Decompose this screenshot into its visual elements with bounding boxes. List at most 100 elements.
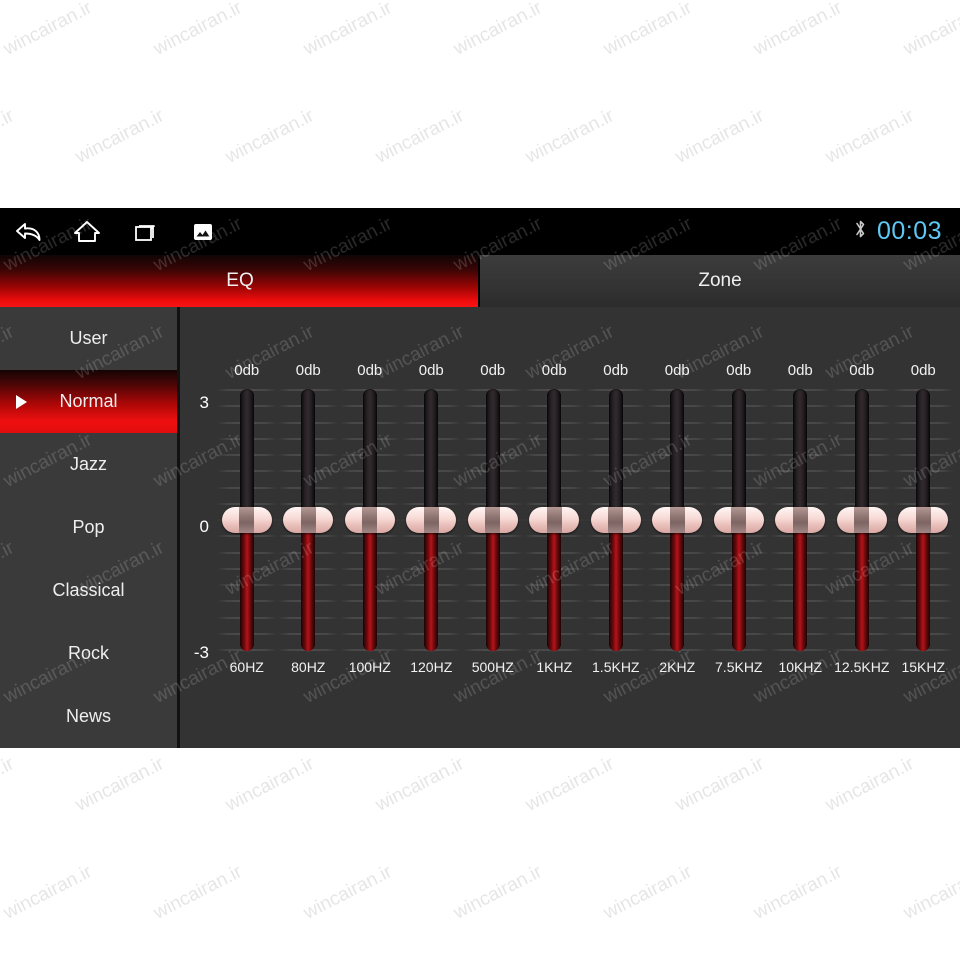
eq-band: 0db 10KHZ bbox=[770, 307, 832, 748]
band-slider[interactable] bbox=[775, 389, 826, 651]
band-slider[interactable] bbox=[467, 389, 518, 651]
preset-label: User bbox=[69, 328, 108, 348]
band-slider[interactable] bbox=[713, 389, 764, 651]
scale-label-mid: 0 bbox=[199, 517, 209, 536]
slider-track-fill bbox=[854, 520, 869, 651]
band-slider[interactable] bbox=[590, 389, 641, 651]
watermark-text: wincairan.ir bbox=[750, 0, 846, 60]
watermark-text: wincairan.ir bbox=[900, 0, 960, 60]
preset-label: Classical bbox=[52, 580, 125, 600]
band-slider[interactable] bbox=[283, 389, 334, 651]
watermark-text: wincairan.ir bbox=[372, 105, 468, 168]
watermark-text: wincairan.ir bbox=[750, 861, 846, 924]
eq-band: 0db 80HZ bbox=[278, 307, 340, 748]
watermark-text: wincairan.ir bbox=[600, 861, 696, 924]
sidebar-item-pop[interactable]: Pop bbox=[0, 496, 177, 559]
sidebar-item-classical[interactable]: Classical bbox=[0, 559, 177, 622]
band-slider[interactable] bbox=[898, 389, 949, 651]
band-slider[interactable] bbox=[836, 389, 887, 651]
slider-thumb[interactable] bbox=[221, 507, 272, 533]
watermark-text: wincairan.ir bbox=[672, 753, 768, 816]
eq-band: 0db 500HZ bbox=[462, 307, 524, 748]
scale-label-low: -3 bbox=[193, 643, 209, 662]
tab-eq-label: EQ bbox=[226, 270, 254, 291]
watermark-text: wincairan.ir bbox=[72, 753, 168, 816]
band-slider[interactable] bbox=[652, 389, 703, 651]
watermark-text: wincairan.ir bbox=[300, 0, 396, 60]
band-db-label: 0db bbox=[418, 362, 444, 379]
watermark-text: wincairan.ir bbox=[450, 861, 546, 924]
slider-track-fill bbox=[547, 520, 562, 651]
watermark-text: wincairan.ir bbox=[600, 0, 696, 60]
band-frequency-label: 120HZ bbox=[410, 659, 453, 675]
sidebar-item-normal[interactable]: Normal bbox=[0, 370, 177, 433]
slider-thumb[interactable] bbox=[898, 507, 949, 533]
slider-thumb[interactable] bbox=[590, 507, 641, 533]
preset-label: Jazz bbox=[69, 454, 107, 474]
preset-label: Rock bbox=[67, 643, 109, 663]
slider-thumb[interactable] bbox=[652, 507, 703, 533]
eq-band: 0db 100HZ bbox=[339, 307, 401, 748]
preset-list: User Normal Jazz Pop Classical Rock News bbox=[0, 307, 180, 748]
slider-thumb[interactable] bbox=[713, 507, 764, 533]
band-frequency-label: 10KHZ bbox=[778, 659, 823, 675]
preset-label: Pop bbox=[72, 517, 105, 537]
eq-band: 0db 12.5KHZ bbox=[831, 307, 893, 748]
slider-thumb[interactable] bbox=[775, 507, 826, 533]
eq-band: 0db 15KHZ bbox=[893, 307, 955, 748]
band-db-label: 0db bbox=[910, 362, 936, 379]
band-slider[interactable] bbox=[529, 389, 580, 651]
home-icon[interactable] bbox=[58, 208, 116, 255]
watermark-text: wincairan.ir bbox=[822, 753, 918, 816]
slider-thumb[interactable] bbox=[529, 507, 580, 533]
watermark-text: wincairan.ir bbox=[150, 0, 246, 60]
band-frequency-label: 80HZ bbox=[291, 659, 326, 675]
sidebar-item-news[interactable]: News bbox=[0, 685, 177, 748]
band-db-label: 0db bbox=[480, 362, 506, 379]
slider-thumb[interactable] bbox=[467, 507, 518, 533]
watermark-text: wincairan.ir bbox=[222, 753, 318, 816]
tab-eq[interactable]: EQ bbox=[0, 255, 480, 307]
eq-band: 0db 7.5KHZ bbox=[708, 307, 770, 748]
band-frequency-label: 500HZ bbox=[471, 659, 514, 675]
slider-thumb[interactable] bbox=[836, 507, 887, 533]
slider-track-fill bbox=[239, 520, 254, 651]
slider-track-fill bbox=[485, 520, 500, 651]
band-frequency-label: 15KHZ bbox=[901, 659, 946, 675]
watermark-text: wincairan.ir bbox=[300, 861, 396, 924]
tab-zone[interactable]: Zone bbox=[480, 255, 960, 307]
slider-thumb[interactable] bbox=[406, 507, 457, 533]
eq-band: 0db 60HZ bbox=[216, 307, 278, 748]
watermark-text: wincairan.ir bbox=[522, 105, 618, 168]
sidebar-item-rock[interactable]: Rock bbox=[0, 622, 177, 685]
sidebar-item-jazz[interactable]: Jazz bbox=[0, 433, 177, 496]
band-db-label: 0db bbox=[234, 362, 260, 379]
watermark-text: wincairan.ir bbox=[372, 753, 468, 816]
band-db-label: 0db bbox=[664, 362, 690, 379]
band-slider[interactable] bbox=[406, 389, 457, 651]
band-frequency-label: 100HZ bbox=[348, 659, 391, 675]
watermark-text: wincairan.ir bbox=[0, 105, 18, 168]
scale-label-high: 3 bbox=[199, 393, 209, 412]
back-icon[interactable] bbox=[0, 208, 58, 255]
watermark-text: wincairan.ir bbox=[672, 105, 768, 168]
recents-icon[interactable] bbox=[116, 208, 174, 255]
tab-zone-label: Zone bbox=[698, 270, 742, 291]
tab-bar: EQ Zone bbox=[0, 255, 960, 307]
watermark-text: wincairan.ir bbox=[72, 105, 168, 168]
sidebar-item-user[interactable]: User bbox=[0, 307, 177, 370]
screenshot-icon[interactable] bbox=[174, 208, 232, 255]
band-slider[interactable] bbox=[344, 389, 395, 651]
slider-track-fill bbox=[916, 520, 931, 651]
content-area: User Normal Jazz Pop Classical Rock News bbox=[0, 307, 960, 748]
band-db-label: 0db bbox=[541, 362, 567, 379]
eq-band: 0db 2KHZ bbox=[647, 307, 709, 748]
slider-thumb[interactable] bbox=[283, 507, 334, 533]
slider-thumb[interactable] bbox=[344, 507, 395, 533]
band-frequency-label: 7.5KHZ bbox=[715, 659, 763, 675]
band-db-label: 0db bbox=[357, 362, 383, 379]
band-frequency-label: 1KHZ bbox=[536, 659, 573, 675]
band-slider[interactable] bbox=[221, 389, 272, 651]
watermark-text: wincairan.ir bbox=[450, 0, 546, 60]
status-bar-clock: 00:03 bbox=[876, 217, 942, 245]
